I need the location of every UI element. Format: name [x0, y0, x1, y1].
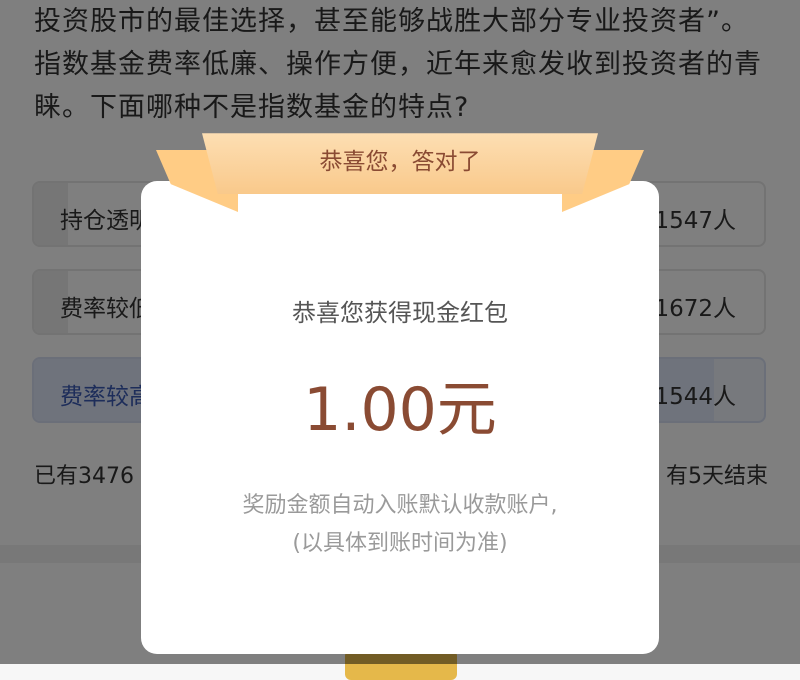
modal-note-line-1: 奖励金额自动入账默认收款账户,	[242, 493, 558, 518]
modal-title: 恭喜您获得现金红包	[292, 299, 508, 327]
success-ribbon: 恭喜您，答对了	[156, 128, 644, 214]
modal-note-line-2: (以具体到账时间为准)	[292, 531, 508, 556]
reward-amount: 1.00元	[303, 375, 497, 445]
modal-note: 奖励金额自动入账默认收款账户, (以具体到账时间为准)	[141, 487, 659, 563]
reward-modal: 恭喜您获得现金红包 1.00元 奖励金额自动入账默认收款账户, (以具体到账时间…	[141, 181, 659, 654]
ribbon-text: 恭喜您，答对了	[319, 149, 481, 175]
